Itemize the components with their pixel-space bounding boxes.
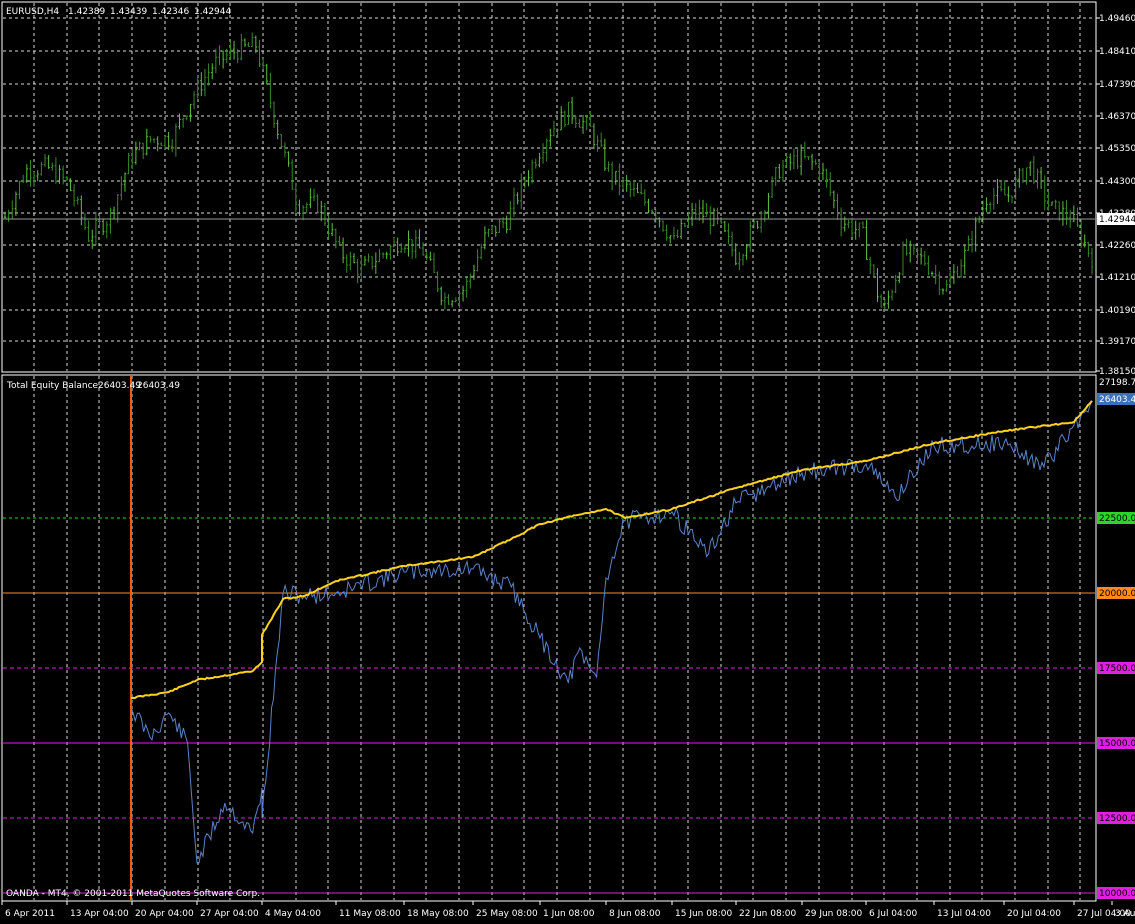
level-tag-label: 10000.0	[1099, 889, 1135, 899]
time-axis-label: 11 May 08:00	[339, 909, 401, 919]
open-value: 1.42389	[68, 7, 105, 17]
time-axis-label: 6 Jul 04:00	[869, 909, 918, 919]
time-axis-label: 29 Jun 08:00	[805, 909, 862, 919]
level-tag-label: 15000.0	[1099, 739, 1135, 749]
time-axis-label: 4 May 04:00	[265, 909, 321, 919]
time-axis-label: 27 Apr 04:00	[200, 909, 259, 919]
low-value: 1.42346	[152, 7, 189, 17]
price-axis-label: 1.45350	[1099, 144, 1135, 154]
price-axis-label: 1.47390	[1099, 80, 1135, 90]
time-axis-label: 18 May 08:00	[407, 909, 469, 919]
close-value: 1.42944	[194, 7, 231, 17]
time-axis-label: 3 Aug 04:00	[1115, 909, 1135, 919]
time-axis-label: 13 Apr 04:00	[70, 909, 129, 919]
time-axis-label: 6 Apr 2011	[5, 909, 55, 919]
copyright-footer: OANDA - MT4, © 2001-2011 MetaQuotes Soft…	[6, 889, 260, 899]
indicator-value-1: 26403.49	[98, 381, 141, 391]
price-axis-label: 1.38150	[1099, 367, 1135, 377]
indicator-header: Total Equity Balance 26403.49 26403.49	[6, 381, 180, 391]
symbol-label: EURUSD,H4	[6, 7, 59, 17]
level-tag-label: 22500.0	[1099, 514, 1135, 524]
price-axis-label: 1.48410	[1099, 47, 1135, 57]
price-axis-label: 1.49460	[1099, 14, 1135, 24]
time-axis-label: 22 Jun 08:00	[739, 909, 796, 919]
price-axis-label: 1.46370	[1099, 112, 1135, 122]
time-axis-label: 25 May 08:00	[476, 909, 538, 919]
price-axis-label: 1.44300	[1099, 177, 1135, 187]
chart-canvas[interactable]: 1.49460 1.48410 1.47390 1.46370 1.45350 1.443…	[0, 0, 1135, 920]
mt4-chart-window[interactable]: 1.49460 1.48410 1.47390 1.46370 1.45350 1.443…	[0, 0, 1135, 920]
level-tag-label: 12500.0	[1099, 814, 1135, 824]
level-tag-label: 20000.0	[1099, 589, 1135, 599]
indicator-label: Total Equity Balance	[6, 381, 99, 391]
time-axis-label: 8 Jun 08:00	[609, 909, 661, 919]
indicator-value-2: 26403.49	[137, 381, 180, 391]
price-axis-label: 1.39170	[1099, 337, 1135, 347]
balance-value-label: 26403.4	[1099, 395, 1135, 405]
time-axis-label: 20 Apr 04:00	[135, 909, 194, 919]
time-axis-label: 1 Jun 08:00	[543, 909, 595, 919]
time-axis-label: 13 Jul 04:00	[937, 909, 991, 919]
high-value: 1.43439	[110, 7, 147, 17]
chart-background	[0, 0, 1135, 920]
price-axis-label: 1.40190	[1099, 306, 1135, 316]
time-axis-label: 20 Jul 04:00	[1007, 909, 1061, 919]
time-axis-label: 15 Jun 08:00	[675, 909, 732, 919]
indicator-axis-top-label: 27198.7	[1099, 378, 1135, 388]
current-price-label: 1.42944	[1099, 215, 1135, 225]
price-axis-label: 1.41210	[1099, 273, 1135, 283]
level-tag-label: 17500.0	[1099, 664, 1135, 674]
price-axis-label: 1.42260	[1099, 241, 1135, 251]
price-header: EURUSD,H4 1.42389 1.43439 1.42346 1.4294…	[6, 7, 231, 17]
